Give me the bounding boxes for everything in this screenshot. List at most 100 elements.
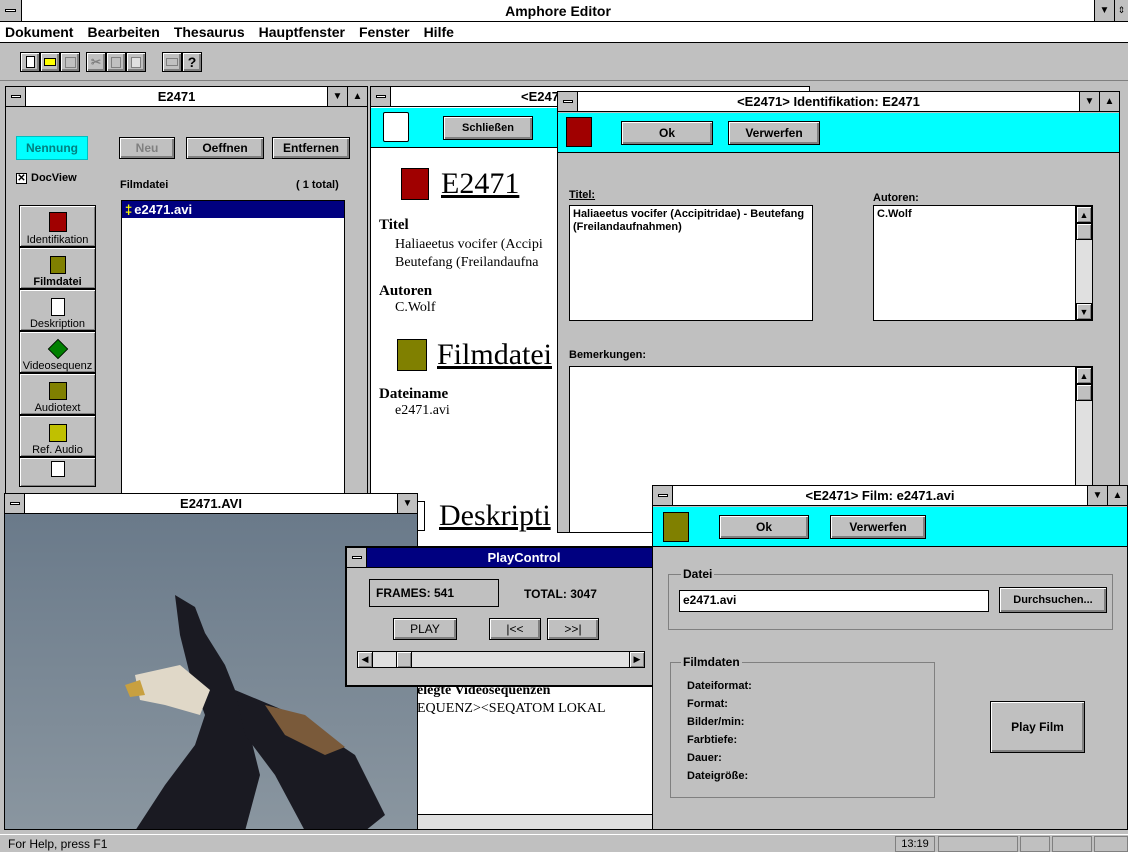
deskription-heading: Deskripti [439, 499, 551, 532]
status-time: 13:19 [895, 836, 935, 852]
minimize-button[interactable]: ▼ [397, 494, 417, 513]
scroll-up-button[interactable]: ▲ [1076, 367, 1092, 384]
oeffnen-button[interactable]: Oeffnen [186, 137, 264, 159]
minimize-button[interactable]: ▼ [1087, 486, 1107, 505]
verwerfen-button[interactable]: Verwerfen [728, 121, 820, 145]
entfernen-button[interactable]: Entfernen [272, 137, 350, 159]
list-count: ( 1 total) [296, 179, 339, 191]
minimize-button[interactable]: ▼ [1079, 92, 1099, 111]
nav-item-filmdatei[interactable]: Filmdatei [19, 247, 96, 289]
open-icon[interactable] [40, 52, 60, 72]
close-doc-icon [383, 112, 409, 142]
dateigroesse-label: Dateigröße: [687, 770, 749, 782]
menu-fenster[interactable]: Fenster [359, 24, 410, 40]
slider-right-button[interactable]: ▶ [629, 651, 645, 668]
play-button[interactable]: PLAY [393, 618, 457, 640]
system-menu-icon[interactable] [0, 0, 22, 21]
nav-item-videosequenz[interactable]: Videosequenz [19, 331, 96, 373]
film-window: <E2471> Film: e2471.avi ▼ ▲ Ok Verwerfen… [652, 485, 1128, 830]
titel-field[interactable]: Haliaeetus vocifer (Accipitridae) - Beut… [569, 205, 813, 321]
menu-hauptfenster[interactable]: Hauptfenster [259, 24, 345, 40]
paste-icon[interactable] [126, 52, 146, 72]
minimize-button[interactable]: ▼ [1094, 0, 1114, 21]
menu-bar: Dokument Bearbeiten Thesaurus Hauptfenst… [0, 22, 1128, 43]
system-menu-icon[interactable] [558, 92, 578, 111]
book-icon [566, 117, 592, 147]
status-bar: For Help, press F1 13:19 [0, 834, 1128, 852]
menu-thesaurus[interactable]: Thesaurus [174, 24, 245, 40]
datei-field[interactable]: e2471.avi [679, 590, 989, 612]
menu-bearbeiten[interactable]: Bearbeiten [87, 24, 159, 40]
nav-label: Audiotext [34, 402, 81, 414]
file-list[interactable]: ‡ e2471.avi [121, 200, 345, 500]
status-panel [938, 836, 1018, 852]
minimize-button[interactable]: ▼ [327, 87, 347, 106]
dauer-label: Dauer: [687, 752, 722, 764]
datei-label: Datei [681, 567, 715, 581]
autoren-label: Autoren: [873, 192, 919, 204]
system-menu-icon[interactable] [371, 87, 391, 106]
app-title: Amphore Editor [505, 2, 611, 19]
nav-item-ref-audio[interactable]: Ref. Audio [19, 415, 96, 457]
filmdaten-group: Filmdaten Dateiformat: Format: Bilder/mi… [670, 655, 935, 798]
scroll-up-button[interactable]: ▲ [1076, 206, 1092, 223]
restore-button[interactable]: ⇕ [1114, 0, 1128, 21]
close-button[interactable]: Schließen [443, 116, 533, 140]
menu-hilfe[interactable]: Hilfe [424, 24, 454, 40]
copy-icon[interactable] [106, 52, 126, 72]
maximize-button[interactable]: ▲ [1107, 486, 1127, 505]
autoren-value: C.Wolf [877, 208, 912, 220]
verwerfen-button[interactable]: Verwerfen [830, 515, 926, 539]
camera-icon [397, 339, 427, 371]
list-item[interactable]: ‡ e2471.avi [122, 201, 344, 218]
nav-item-more[interactable] [19, 457, 96, 487]
position-slider[interactable]: ◀ ▶ [357, 651, 645, 668]
scroll-down-button[interactable]: ▼ [1076, 303, 1092, 320]
system-menu-icon[interactable] [5, 494, 25, 513]
nav-item-identifikation[interactable]: Identifikation [19, 205, 96, 247]
app-title-bar: Amphore Editor ▼ ⇕ [0, 0, 1128, 22]
deskription-row: Deskripti [413, 499, 551, 533]
cut-icon[interactable]: ✂ [86, 52, 106, 72]
nennung-button[interactable]: Nennung [16, 136, 88, 160]
video-sequence-icon [47, 338, 68, 360]
docview-checkbox[interactable]: ✕ DocView [16, 172, 77, 184]
farbtiefe-label: Farbtiefe: [687, 734, 738, 746]
slider-left-button[interactable]: ◀ [357, 651, 373, 668]
ok-button[interactable]: Ok [719, 515, 809, 539]
slider-thumb[interactable] [395, 651, 412, 668]
note-icon [50, 461, 65, 477]
nav-item-deskription[interactable]: Deskription [19, 289, 96, 331]
video-title-bar: E2471.AVI ▼ [5, 494, 417, 514]
rewind-button[interactable]: |<< [489, 618, 541, 640]
play-film-button[interactable]: Play Film [990, 701, 1085, 753]
neu-button[interactable]: Neu [119, 137, 175, 159]
video-title: E2471.AVI [180, 496, 242, 511]
nav-item-audiotext[interactable]: Audiotext [19, 373, 96, 415]
autoren-scrollbar[interactable]: ▲ ▼ [1075, 206, 1092, 320]
autoren-field[interactable]: C.Wolf ▲ ▼ [873, 205, 1093, 321]
dateiformat-label: Dateiformat: [687, 680, 752, 692]
datei-group: Datei e2471.avi Durchsuchen... [668, 567, 1113, 630]
system-menu-icon[interactable] [653, 486, 673, 505]
fast-forward-button[interactable]: >>| [547, 618, 599, 640]
scroll-thumb[interactable] [1076, 223, 1092, 240]
ok-button[interactable]: Ok [621, 121, 713, 145]
audio-icon [48, 382, 67, 400]
maximize-button[interactable]: ▲ [347, 87, 367, 106]
print-icon[interactable] [162, 52, 182, 72]
filmdatei-heading: Filmdatei [437, 338, 552, 371]
new-doc-icon[interactable] [20, 52, 40, 72]
status-panel [1052, 836, 1092, 852]
save-icon[interactable] [60, 52, 80, 72]
scroll-thumb[interactable] [1076, 384, 1092, 401]
help-icon[interactable]: ? [182, 52, 202, 72]
book-icon [401, 168, 429, 200]
system-menu-icon[interactable] [347, 548, 367, 567]
menu-dokument[interactable]: Dokument [5, 24, 73, 40]
docview-label: DocView [31, 172, 77, 184]
maximize-button[interactable]: ▲ [1099, 92, 1119, 111]
durchsuchen-button[interactable]: Durchsuchen... [999, 587, 1107, 613]
camera-icon [663, 512, 689, 542]
system-menu-icon[interactable] [6, 87, 26, 106]
